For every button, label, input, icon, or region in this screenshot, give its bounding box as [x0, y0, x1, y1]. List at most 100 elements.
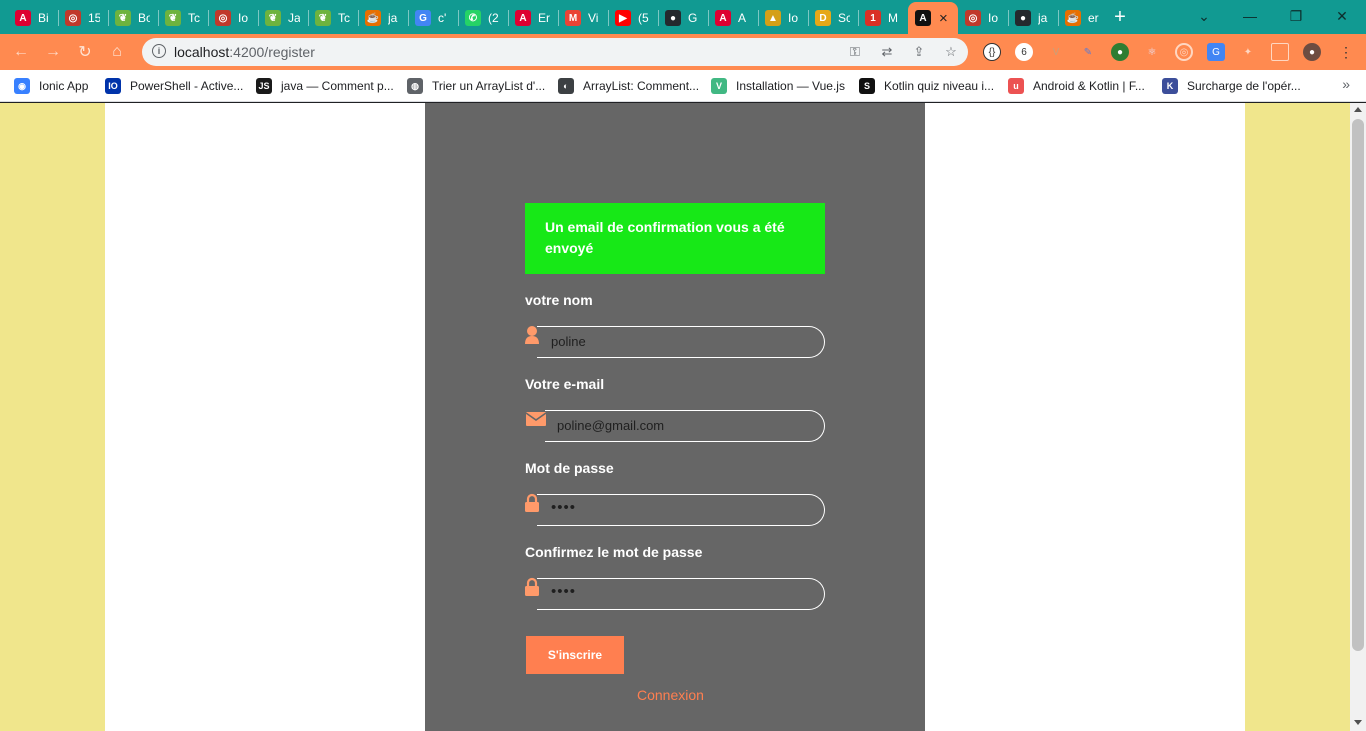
bookmark-label: PowerShell - Active... — [130, 79, 244, 93]
extensions-puzzle-icon[interactable]: ✦ — [1239, 43, 1257, 61]
address-bar[interactable]: i localhost:4200/register ⚿ ⇄ ⇪ ☆ — [142, 38, 968, 66]
translate-icon[interactable]: ⇄ — [878, 43, 896, 61]
url-text[interactable]: localhost:4200/register — [174, 44, 315, 60]
key-icon[interactable]: ⚿ — [846, 43, 864, 61]
more-bookmarks-icon[interactable]: » — [1342, 76, 1350, 92]
extension-feather-icon[interactable]: ✎ — [1079, 43, 1097, 61]
browser-tab[interactable]: ❦ Ja — [258, 4, 308, 32]
extension-6-icon[interactable]: 6 — [1015, 43, 1033, 61]
close-window-icon[interactable]: ✕ — [1330, 5, 1354, 27]
browser-tab[interactable]: AA — [708, 4, 758, 32]
password-field[interactable]: •••• — [525, 493, 825, 526]
d-icon: D — [815, 10, 831, 26]
password-input[interactable]: •••• — [551, 499, 576, 516]
extension-globe-icon[interactable]: ● — [1111, 43, 1129, 61]
new-tab-icon[interactable]: + — [1108, 5, 1132, 29]
email-input[interactable]: poline@gmail.com — [557, 418, 664, 433]
bookmark-item[interactable]: S Kotlin quiz niveau i... — [859, 76, 994, 96]
scrollbar-thumb[interactable] — [1352, 119, 1364, 651]
spring-icon: ❦ — [115, 10, 131, 26]
gmail-icon: M — [565, 10, 581, 26]
browser-tab[interactable]: ❦ Tc — [158, 4, 208, 32]
bookmark-item[interactable]: K Surcharge de l'opér... — [1162, 76, 1301, 96]
restore-icon[interactable]: ❐ — [1284, 5, 1308, 27]
security-icon: ◎ — [215, 10, 231, 26]
kotlin-icon: S — [859, 78, 875, 94]
reload-icon[interactable]: ↻ — [74, 41, 96, 63]
close-tab-icon[interactable]: × — [939, 10, 948, 27]
site-info-icon[interactable]: i — [152, 44, 166, 58]
confirmation-alert: Un email de confirmation vous a été envo… — [525, 203, 825, 274]
name-label: votre nom — [525, 292, 593, 308]
name-input[interactable]: poline — [551, 334, 586, 349]
page-scrollbar[interactable] — [1350, 103, 1366, 731]
java-icon: ☕ — [365, 10, 381, 26]
extension-target-icon[interactable]: ◎ — [1175, 43, 1193, 61]
bookmark-item[interactable]: ◐ ArrayList: Comment... — [558, 76, 699, 96]
browser-tab[interactable]: ◎ Io — [208, 4, 258, 32]
tab-title: Bo — [138, 11, 150, 25]
confirm-password-field[interactable]: •••• — [525, 577, 825, 610]
confirm-password-input-border[interactable] — [537, 578, 825, 610]
vue-icon: V — [711, 78, 727, 94]
profile-avatar[interactable]: ● — [1303, 43, 1321, 61]
menu-icon[interactable]: ⋮ — [1337, 43, 1355, 61]
browser-tab[interactable]: M Vi — [558, 4, 608, 32]
bookmark-label: java — Comment p... — [281, 79, 394, 93]
register-button[interactable]: S'inscrire — [526, 636, 624, 674]
browser-tab[interactable]: ◎ 15 — [58, 4, 108, 32]
bookmark-item[interactable]: IO PowerShell - Active... — [105, 76, 243, 96]
ionic-icon: ◉ — [14, 78, 30, 94]
bookmark-star-icon[interactable]: ☆ — [942, 43, 960, 61]
browser-tab[interactable]: A Er — [508, 4, 558, 32]
browser-tab[interactable]: A × — [908, 2, 958, 34]
minimize-icon[interactable]: — — [1238, 5, 1262, 27]
home-icon[interactable]: ⌂ — [106, 41, 128, 63]
browser-tab[interactable]: 1M — [858, 4, 908, 32]
browser-tab[interactable]: ✆ (2 — [458, 4, 508, 32]
share-icon[interactable]: ⇪ — [910, 43, 928, 61]
forward-icon[interactable]: → — [42, 41, 64, 63]
browser-tab[interactable]: ● ja — [1008, 4, 1058, 32]
tab-title: Bi — [38, 11, 49, 25]
youtube-icon: ▶ — [615, 10, 631, 26]
email-field[interactable]: poline@gmail.com — [525, 410, 825, 442]
tab-title: Vi — [588, 11, 599, 25]
name-field[interactable]: poline — [525, 326, 825, 358]
browser-tab[interactable]: ☕ er — [1058, 4, 1108, 32]
browser-tab[interactable]: Gc' — [408, 4, 458, 32]
back-icon[interactable]: ← — [10, 41, 32, 63]
browser-tab[interactable]: ● G — [658, 4, 708, 32]
extension-vue-icon[interactable]: V — [1047, 43, 1065, 61]
extension-translate-icon[interactable]: G — [1207, 43, 1225, 61]
bookmark-item[interactable]: ◍ Trier un ArrayList d'... — [407, 76, 545, 96]
browser-tab[interactable]: ▶ (5 — [608, 4, 658, 32]
confirm-password-input[interactable]: •••• — [551, 583, 576, 600]
bookmark-item[interactable]: V Installation — Vue.js — [711, 76, 845, 96]
bookmark-label: Trier un ArrayList d'... — [432, 79, 546, 93]
tab-title: 15 — [88, 11, 100, 25]
login-link[interactable]: Connexion — [637, 687, 704, 703]
bookmark-item[interactable]: JS java — Comment p... — [256, 76, 394, 96]
bookmark-item[interactable]: u Android & Kotlin | F... — [1008, 76, 1145, 96]
email-label: Votre e-mail — [525, 376, 605, 392]
scroll-up-icon[interactable] — [1354, 107, 1362, 112]
browser-tab[interactable]: ❦ Bo — [108, 4, 158, 32]
udemy-icon: u — [1008, 78, 1024, 94]
browser-tab[interactable]: ▲ Io — [758, 4, 808, 32]
security-icon: ◎ — [65, 10, 81, 26]
password-input-border[interactable] — [537, 494, 825, 526]
bookmark-label: Ionic App — [39, 79, 89, 93]
browser-tab[interactable]: A Bi — [8, 4, 58, 32]
browser-tab[interactable]: D Sc — [808, 4, 858, 32]
globe-icon: ◐ — [558, 78, 574, 94]
browser-tab[interactable]: ☕ ja — [358, 4, 408, 32]
browser-tab[interactable]: ◎ Io — [958, 4, 1008, 32]
bookmark-item[interactable]: ◉ Ionic App — [14, 76, 88, 96]
extension-react-icon[interactable]: ⚛ — [1143, 43, 1161, 61]
tab-search-icon[interactable]: ⌄ — [1192, 5, 1216, 27]
browser-tab[interactable]: ❦ Tc — [308, 4, 358, 32]
extension-json-icon[interactable]: {} — [983, 43, 1001, 61]
side-panel-icon[interactable] — [1271, 43, 1289, 61]
scroll-down-icon[interactable] — [1354, 720, 1362, 725]
